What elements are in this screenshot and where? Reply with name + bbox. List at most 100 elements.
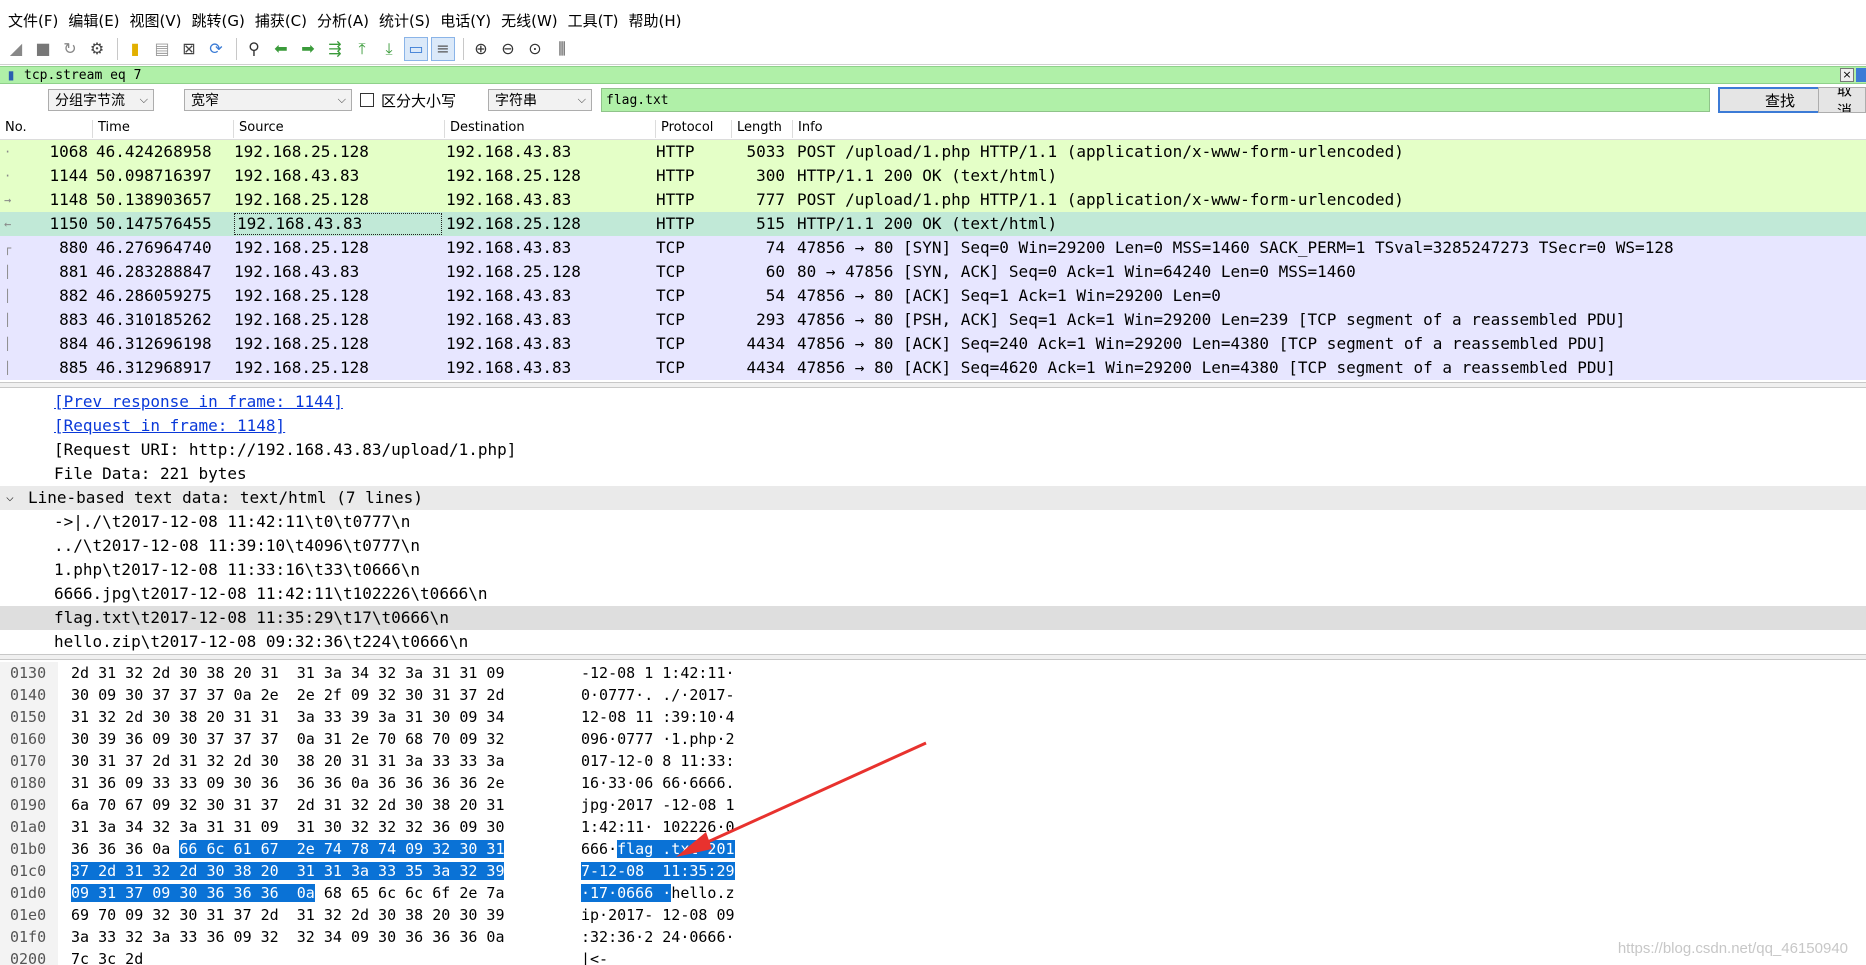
hex-bytes[interactable]: 37 2d 31 32 2d 30 38 20 31 31 3a 33 35 3… [71, 860, 505, 882]
hex-ascii[interactable]: 666·flag .txt·201 [581, 838, 735, 860]
find-packet-icon[interactable]: ⚲ [242, 37, 266, 61]
hex-row[interactable]: 0200 7c 3c 2d |<- [0, 948, 1866, 965]
hex-ascii[interactable]: -12-08 1 1:42:11· [581, 662, 735, 684]
case-sensitive-checkbox[interactable] [360, 93, 374, 107]
clear-filter-icon[interactable]: × [1840, 68, 1854, 82]
pane-divider[interactable] [0, 654, 1866, 660]
menu-item[interactable]: 编辑(E) [66, 10, 127, 31]
zoom-normal-icon[interactable]: ⊙ [523, 37, 547, 61]
chevron-down-icon[interactable]: ⌵ [6, 486, 14, 510]
hex-ascii[interactable]: 1:42:11· 102226·0 [581, 816, 735, 838]
packet-row[interactable]: │ 881 46.283288847 192.168.43.83 192.168.25.… [0, 260, 1866, 284]
display-filter-input[interactable]: tcp.stream eq 7 [24, 68, 1866, 83]
go-forward-icon[interactable]: ➡ [296, 37, 320, 61]
hex-ascii[interactable]: ·17·0666 ·hello.z [581, 882, 735, 904]
hex-row[interactable]: 0130 2d 31 32 2d 30 38 20 31 31 3a 34 32 … [0, 662, 1866, 684]
line-based-text-section[interactable]: ⌵ Line-based text data: text/html (7 lin… [0, 486, 1866, 510]
hex-ascii[interactable]: 16·33·06 66·6666. [581, 772, 735, 794]
packet-row[interactable]: │ 882 46.286059275 192.168.25.128 192.168.43… [0, 284, 1866, 308]
detail-row[interactable]: [Request in frame: 1148] [0, 414, 1866, 438]
text-line-row[interactable]: hello.zip\t2017-12-08 09:32:36\t224\t066… [0, 630, 1866, 654]
hex-bytes[interactable]: 31 32 2d 30 38 20 31 31 3a 33 39 3a 31 3… [71, 706, 504, 728]
column-header-length[interactable]: Length [731, 120, 789, 138]
capture-options-icon[interactable]: ⚙ [85, 37, 109, 61]
menu-item[interactable]: 视图(V) [128, 10, 190, 31]
hex-bytes[interactable]: 3a 33 32 3a 33 36 09 32 32 34 09 30 36 3… [71, 926, 504, 948]
hex-ascii[interactable]: 0·0777·. ./·2017- [581, 684, 735, 706]
menu-item[interactable]: 工具(T) [566, 10, 627, 31]
hex-row[interactable]: 01b0 36 36 36 0a 66 6c 61 67 2e 74 78 74 … [0, 838, 1866, 860]
pane-divider[interactable] [0, 382, 1866, 388]
detail-row[interactable]: File Data: 221 bytes [0, 462, 1866, 486]
search-scope-select[interactable]: 分组字节流 ⌵ [48, 89, 154, 111]
hex-ascii[interactable]: 7-12-08 11:35:29 [581, 860, 735, 882]
hex-ascii[interactable]: :32:36·2 24·0666· [581, 926, 735, 948]
first-packet-icon[interactable]: ⤒ [350, 37, 374, 61]
text-line-row[interactable]: 1.php\t2017-12-08 11:33:16\t33\t0666\n [0, 558, 1866, 582]
hex-bytes[interactable]: 2d 31 32 2d 30 38 20 31 31 3a 34 32 3a 3… [71, 662, 504, 684]
hex-bytes[interactable]: 30 09 30 37 37 37 0a 2e 2e 2f 09 32 30 3… [71, 684, 504, 706]
packet-row[interactable]: │ 884 46.312696198 192.168.25.128 192.168.43… [0, 332, 1866, 356]
column-header-info[interactable]: Info [792, 120, 1866, 138]
menu-item[interactable]: 分析(A) [315, 10, 377, 31]
zoom-out-icon[interactable]: ⊖ [496, 37, 520, 61]
apply-filter-icon[interactable] [1856, 68, 1866, 82]
hex-bytes[interactable]: 30 39 36 09 30 37 37 37 0a 31 2e 70 68 7… [71, 728, 504, 750]
packet-row[interactable]: │ 883 46.310185262 192.168.25.128 192.168.43… [0, 308, 1866, 332]
packet-row[interactable]: · 1144 50.098716397 192.168.43.83 192.168.25… [0, 164, 1866, 188]
request-frame-link[interactable]: [Request in frame: 1148] [54, 414, 285, 438]
start-capture-icon[interactable]: ◢ [4, 37, 28, 61]
hex-bytes[interactable]: 69 70 09 32 30 31 37 2d 31 32 2d 30 38 2… [71, 904, 504, 926]
menu-item[interactable]: 捕获(C) [253, 10, 315, 31]
filter-bookmark-icon[interactable]: ▮ [4, 67, 18, 83]
hex-ascii[interactable]: 017-12-0 8 11:33: [581, 750, 735, 772]
hex-row[interactable]: 0140 30 09 30 37 37 37 0a 2e 2e 2f 09 32 … [0, 684, 1866, 706]
hex-ascii[interactable]: |<- [581, 948, 608, 965]
text-line-row[interactable]: ../\t2017-12-08 11:39:10\t4096\t0777\n [0, 534, 1866, 558]
colorize-icon[interactable]: ≡ [431, 37, 455, 61]
hex-bytes[interactable]: 31 3a 34 32 3a 31 31 09 31 30 32 32 32 3… [71, 816, 504, 838]
search-type-select[interactable]: 字符串 ⌵ [488, 89, 592, 111]
packet-row[interactable]: → 1148 50.138903657 192.168.25.128 192.168.4… [0, 188, 1866, 212]
column-header-protocol[interactable]: Protocol [655, 120, 735, 138]
hex-row[interactable]: 01d0 09 31 37 09 30 36 36 36 0a 68 65 6c … [0, 882, 1866, 904]
packet-row[interactable]: · 1068 46.424268958 192.168.25.128 192.168.4… [0, 140, 1866, 164]
hex-ascii[interactable]: 096·0777 ·1.php·2 [581, 728, 735, 750]
hex-bytes[interactable]: 30 31 37 2d 31 32 2d 30 38 20 31 31 3a 3… [71, 750, 504, 772]
column-header-no[interactable]: No. [0, 120, 92, 138]
menu-item[interactable]: 电话(Y) [438, 10, 499, 31]
go-to-packet-icon[interactable]: ⇶ [323, 37, 347, 61]
hex-row[interactable]: 0180 31 36 09 33 33 09 30 36 36 36 0a 36 … [0, 772, 1866, 794]
autoscroll-icon[interactable]: ▭ [404, 37, 428, 61]
packet-row[interactable]: ┌ 880 46.276964740 192.168.25.128 192.168.43… [0, 236, 1866, 260]
close-file-icon[interactable]: ⊠ [177, 37, 201, 61]
packet-row[interactable]: ← 1150 50.147576455 192.168.43.83 192.168.25… [0, 212, 1866, 236]
menu-item[interactable]: 跳转(G) [190, 10, 253, 31]
menu-item[interactable]: 无线(W) [499, 10, 566, 31]
hex-bytes[interactable]: 09 31 37 09 30 36 36 36 0a 68 65 6c 6c 6… [71, 882, 505, 904]
hex-bytes[interactable]: 31 36 09 33 33 09 30 36 36 36 0a 36 36 3… [71, 772, 504, 794]
menu-item[interactable]: 帮助(H) [627, 10, 690, 31]
menu-item[interactable]: 文件(F) [6, 10, 66, 31]
detail-row[interactable]: [Request URI: http://192.168.43.83/uploa… [0, 438, 1866, 462]
text-line-row[interactable]: ->|./\t2017-12-08 11:42:11\t0\t0777\n [0, 510, 1866, 534]
hex-row[interactable]: 01e0 69 70 09 32 30 31 37 2d 31 32 2d 30 … [0, 904, 1866, 926]
last-packet-icon[interactable]: ⤓ [377, 37, 401, 61]
hex-bytes[interactable]: 7c 3c 2d [71, 948, 143, 965]
resize-columns-icon[interactable]: ⫼ [550, 37, 574, 61]
text-line-row[interactable]: flag.txt\t2017-12-08 11:35:29\t17\t0666\… [0, 606, 1866, 630]
hex-row[interactable]: 0150 31 32 2d 30 38 20 31 31 3a 33 39 3a … [0, 706, 1866, 728]
hex-ascii[interactable]: ip·2017- 12-08 09 [581, 904, 735, 926]
hex-ascii[interactable]: 12-08 11 :39:10·4 [581, 706, 735, 728]
column-header-destination[interactable]: Destination [444, 120, 655, 138]
find-query-input[interactable]: flag.txt [601, 88, 1710, 112]
column-header-time[interactable]: Time [92, 120, 233, 138]
hex-ascii[interactable]: jpg·2017 -12-08 1 [581, 794, 735, 816]
column-header-source[interactable]: Source [233, 120, 444, 138]
hex-bytes[interactable]: 36 36 36 0a 66 6c 61 67 2e 74 78 74 09 3… [71, 838, 505, 860]
hex-row[interactable]: 0170 30 31 37 2d 31 32 2d 30 38 20 31 31 … [0, 750, 1866, 772]
stop-capture-icon[interactable]: ■ [31, 37, 55, 61]
restart-capture-icon[interactable]: ↻ [58, 37, 82, 61]
hex-row[interactable]: 0160 30 39 36 09 30 37 37 37 0a 31 2e 70 … [0, 728, 1866, 750]
hex-row[interactable]: 0190 6a 70 67 09 32 30 31 37 2d 31 32 2d … [0, 794, 1866, 816]
